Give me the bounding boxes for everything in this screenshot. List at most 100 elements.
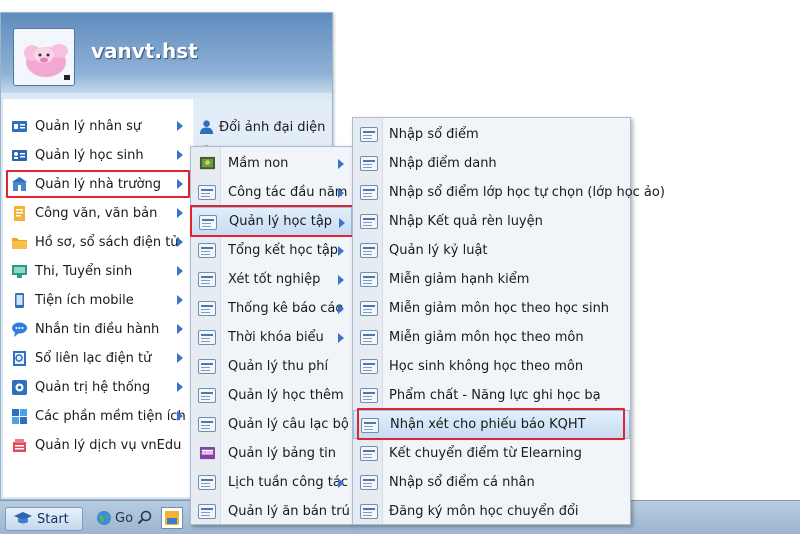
list-card-icon	[198, 330, 216, 345]
selection-highlight-box	[190, 205, 354, 237]
submenu-arrow-icon	[177, 208, 183, 218]
app-shortcut-glyph-icon	[165, 511, 179, 525]
submenu-item-label: Nhập sổ điểm cá nhân	[389, 475, 535, 490]
news-icon: NEWS	[198, 446, 216, 461]
list-card-icon	[360, 127, 378, 142]
submenu-item[interactable]: Nhập sổ điểm lớp học tự chọn (lớp học ảo…	[353, 178, 665, 207]
left-menu-item-label: Tiện ích mobile	[35, 292, 134, 308]
preschool-icon	[198, 156, 216, 171]
submenu-item-label: Quản lý kỷ luật	[389, 243, 488, 258]
left-menu-item[interactable]: Quản lý học sinh	[3, 142, 193, 168]
submenu-item[interactable]: Miễn giảm hạnh kiểm	[353, 265, 630, 294]
submenu-item-label: Xét tốt nghiệp	[228, 272, 321, 287]
submenu-item-label: Học sinh không học theo môn	[389, 359, 584, 374]
left-menu-panel: Quản lý nhân sự Quản lý học sinh Quản lý n…	[3, 99, 193, 497]
pig-toy-avatar-icon	[14, 29, 74, 85]
left-menu-item[interactable]: Hồ sơ, sổ sách điện tử	[3, 229, 193, 255]
submenu-item-label: Miễn giảm môn học theo môn	[389, 330, 584, 345]
submenu-item[interactable]: Phẩm chất - Năng lực ghi học bạ	[353, 381, 630, 410]
submenu-item[interactable]: Mầm non	[191, 149, 352, 178]
left-menu-item[interactable]: Quản trị hệ thống	[3, 374, 193, 400]
left-menu-item[interactable]: Tiện ích mobile	[3, 287, 193, 313]
left-menu-item[interactable]: Sổ liên lạc điện tử	[3, 345, 193, 371]
search-icon[interactable]	[137, 510, 153, 526]
submenu-item[interactable]: Nhập sổ điểm	[353, 120, 630, 149]
left-menu-item[interactable]: Thi, Tuyển sinh	[3, 258, 193, 284]
list-card-icon	[198, 185, 216, 200]
submenu-item-label: Thống kê báo cáo	[228, 301, 344, 316]
apps-icon	[11, 408, 28, 425]
submenu-item-label: Quản lý ăn bán trú	[228, 504, 350, 519]
submenu-item[interactable]: Quản lý câu lạc bộ	[191, 410, 352, 439]
submenu-item-label: Mầm non	[228, 156, 289, 171]
list-card-icon	[198, 475, 216, 490]
screen: vanvt.hst Quản lý nhân sự Quản lý học sin…	[0, 0, 800, 534]
submenu-arrow-icon	[177, 150, 183, 160]
left-menu-item-label: Quản lý học sinh	[35, 147, 144, 163]
submenu-item[interactable]: Thời khóa biểu	[191, 323, 352, 352]
submenu-item[interactable]: Nhập điểm danh	[353, 149, 630, 178]
submenu-item[interactable]: Công tác đầu năm	[191, 178, 352, 207]
submenu-item[interactable]: Học sinh không học theo môn	[353, 352, 630, 381]
submenu-item[interactable]: Lịch tuần công tác	[191, 468, 352, 497]
submenu-arrow-icon	[338, 246, 344, 256]
go-label: Go	[115, 510, 134, 526]
submenu-item-label: Miễn giảm môn học theo học sinh	[389, 301, 610, 316]
left-menu-item-label: Các phần mềm tiện ích	[35, 408, 186, 424]
left-menu-item[interactable]: Nhắn tin điều hành	[3, 316, 193, 342]
account-menu-item-label: Đổi ảnh đại diện	[219, 119, 326, 135]
submenu-item[interactable]: Tổng kết học tập	[191, 236, 352, 265]
submenu-item-label: Quản lý thu phí	[228, 359, 329, 374]
left-menu-item[interactable]: Công văn, văn bản	[3, 200, 193, 226]
left-menu-item[interactable]: Quản lý dịch vụ vnEdu	[3, 432, 193, 458]
submenu-item[interactable]: Miễn giảm môn học theo môn	[353, 323, 630, 352]
submenu-item[interactable]: Nhập sổ điểm cá nhân	[353, 468, 630, 497]
submenu-arrow-icon	[177, 237, 183, 247]
submenu-item[interactable]: Quản lý thu phí	[191, 352, 352, 381]
avatar[interactable]	[13, 28, 75, 86]
submenu-item[interactable]: Quản lý học thêm	[191, 381, 352, 410]
list-card-icon	[198, 272, 216, 287]
start-button[interactable]: Start	[5, 507, 83, 531]
submenu-item[interactable]: Nhập Kết quả rèn luyện	[353, 207, 630, 236]
list-card-icon	[198, 388, 216, 403]
submenu-item-label: Nhập Kết quả rèn luyện	[389, 214, 543, 229]
left-menu-item[interactable]: Quản lý nhân sự	[3, 113, 193, 139]
username: vanvt.hst	[91, 39, 198, 63]
submenu-item-label: Quản lý bảng tin	[228, 446, 337, 461]
submenu-item[interactable]: Thống kê báo cáo	[191, 294, 352, 323]
submenu-arrow-icon	[177, 382, 183, 392]
selection-highlight-box	[357, 408, 625, 440]
submenu-arrow-icon	[177, 295, 183, 305]
submenu-item-label: Nhập điểm danh	[389, 156, 497, 171]
selection-highlight-box	[6, 170, 190, 198]
submenu-item[interactable]: Quản lý ăn bán trú	[191, 497, 352, 526]
submenu-item[interactable]: Quản lý kỷ luật	[353, 236, 630, 265]
account-menu-item[interactable]: Đổi ảnh đại diện	[193, 114, 331, 140]
service-icon	[11, 437, 28, 454]
submenu-arrow-icon	[338, 159, 344, 169]
exam-icon	[11, 263, 28, 280]
submenu-item[interactable]: Xét tốt nghiệp	[191, 265, 352, 294]
left-menu-item[interactable]: Các phần mềm tiện ích	[3, 403, 193, 429]
left-menu-item-label: Thi, Tuyển sinh	[35, 263, 133, 279]
list-card-icon	[360, 359, 378, 374]
settings-icon	[11, 379, 28, 396]
app-shortcut-icon[interactable]	[161, 507, 183, 529]
folder-icon	[11, 234, 28, 251]
submenu-item-label: Nhập sổ điểm lớp học tự chọn (lớp học ảo…	[389, 185, 665, 200]
submenu-item[interactable]: Đăng ký môn học chuyển đổi	[353, 497, 630, 526]
document-icon	[11, 205, 28, 222]
go-button[interactable]: Go	[96, 510, 133, 526]
submenu-item[interactable]: Kết chuyển điểm từ Elearning	[353, 439, 630, 468]
submenu-arrow-icon	[338, 304, 344, 314]
submenu-quan-ly-hoc-tap: Nhập sổ điểm Nhập điểm danh Nhập sổ điểm l…	[352, 117, 665, 526]
submenu-item-label: Kết chuyển điểm từ Elearning	[389, 446, 582, 461]
list-card-icon	[198, 417, 216, 432]
list-card-icon	[198, 243, 216, 258]
submenu-item[interactable]: Miễn giảm môn học theo học sinh	[353, 294, 630, 323]
submenu-item-label: Công tác đầu năm	[228, 185, 348, 200]
svg-text:NEWS: NEWS	[202, 451, 214, 455]
submenu-arrow-icon	[338, 188, 344, 198]
submenu-item[interactable]: NEWS Quản lý bảng tin	[191, 439, 352, 468]
